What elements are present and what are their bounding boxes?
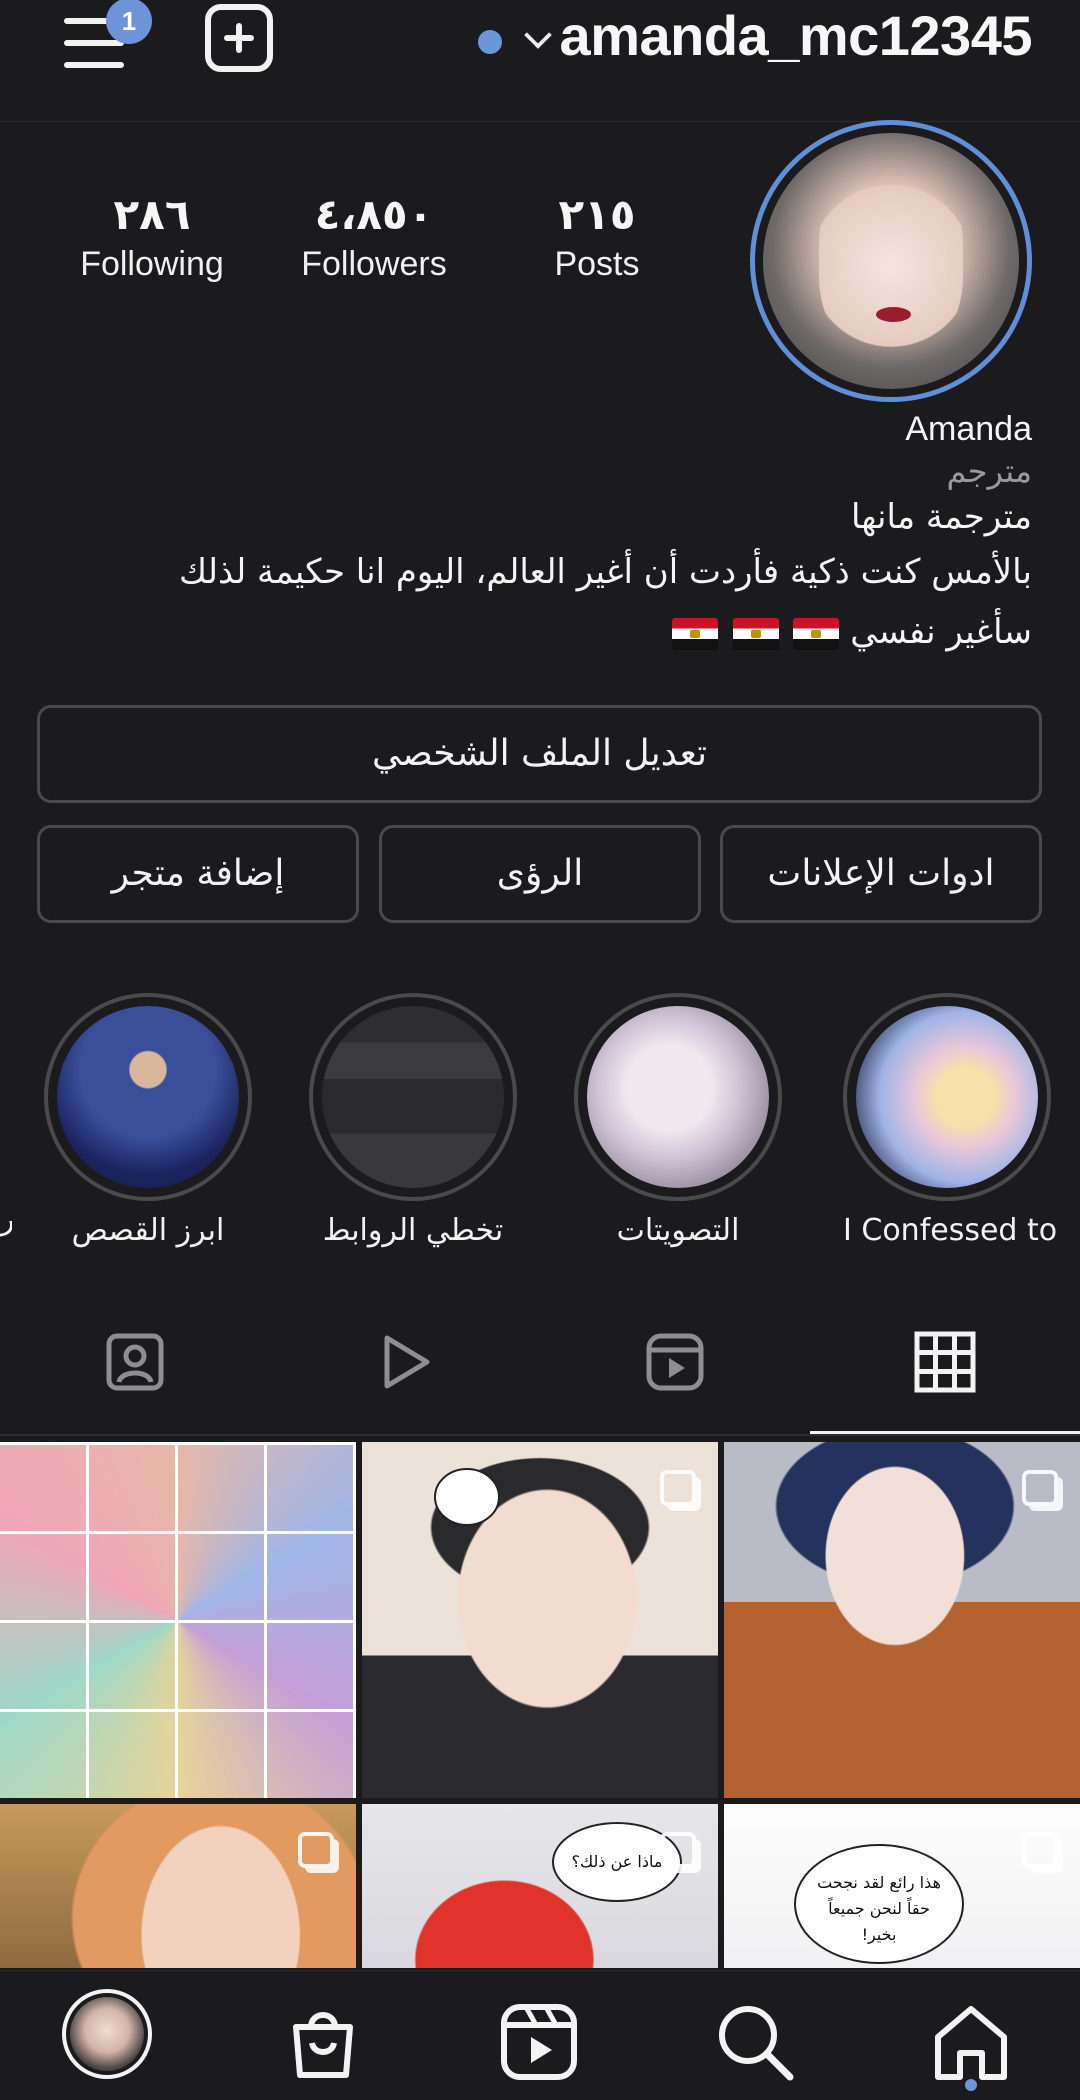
avatar-image <box>70 1997 144 2071</box>
multi-post-icon <box>1022 1832 1058 1868</box>
highlight-item[interactable]: I Confessed to <box>843 993 1058 1251</box>
insights-button[interactable]: الرؤى <box>379 825 701 923</box>
video-icon <box>646 1333 704 1391</box>
highlight-ring <box>843 993 1051 1201</box>
tabs-divider <box>0 1434 1080 1436</box>
highlight-item[interactable]: ابرز القصص <box>44 993 252 1251</box>
stat-following[interactable]: ٢٨٦ Following <box>62 188 242 286</box>
stat-value: ٢٨٦ <box>113 190 191 239</box>
tab-reels[interactable] <box>270 1300 540 1438</box>
egypt-flag-icon <box>671 617 718 650</box>
top-bar: 1 amanda_mc12345 <box>0 0 1080 122</box>
highlight-cover <box>57 1006 239 1188</box>
multi-post-icon <box>1022 1470 1058 1506</box>
post-thumbnail[interactable]: ماذا عن ذلك؟ <box>362 1804 718 1968</box>
bio-line: مترجمة مانها <box>850 497 1032 537</box>
account-status-dot <box>478 30 502 54</box>
menu-icon-bar <box>64 62 124 68</box>
nav-profile-avatar[interactable] <box>62 1989 152 2079</box>
highlight-label: تخطي الروابط <box>322 1213 504 1248</box>
shop-icon[interactable] <box>278 1997 368 2087</box>
post-thumbnail[interactable] <box>724 1442 1080 1798</box>
tab-tagged[interactable] <box>0 1300 270 1438</box>
menu-button[interactable]: 1 <box>60 0 152 68</box>
bottom-navigation <box>0 1970 1080 2100</box>
highlight-cover <box>856 1006 1038 1188</box>
manhwa-girl-image <box>0 1804 356 1968</box>
add-shop-button[interactable]: إضافة متجر <box>37 825 359 923</box>
highlight-label: ابرز القصص <box>71 1213 225 1248</box>
egypt-flag-icon <box>793 617 840 650</box>
home-icon[interactable] <box>926 1997 1016 2087</box>
stat-value: ٤،٨٥٠ <box>314 190 434 239</box>
edit-profile-button[interactable]: تعديل الملف الشخصي <box>37 705 1042 803</box>
reels-icon[interactable] <box>494 1997 584 2087</box>
highlight-label: I Confessed to <box>843 1213 1058 1248</box>
highlight-ring <box>309 993 517 1201</box>
stat-label: Followers <box>301 245 447 283</box>
profile-bio: Amanda مترجم مترجمة مانها بالأمس كنت ذكي… <box>72 408 1032 662</box>
profile-category: مترجم <box>946 452 1032 490</box>
highlight-ring <box>574 993 782 1201</box>
bio-line-with-flags: سأغير نفسي <box>72 602 1032 662</box>
tagged-icon <box>106 1333 164 1391</box>
chevron-down-icon[interactable] <box>524 21 552 49</box>
home-active-dot <box>965 2079 977 2091</box>
post-thumbnail[interactable] <box>362 1442 718 1798</box>
menu-icon-bar <box>64 40 124 46</box>
stat-label: Posts <box>554 245 640 283</box>
multi-post-icon <box>298 1832 334 1868</box>
post-thumbnail[interactable] <box>0 1804 356 1968</box>
bio-line: بالأمس كنت ذكية فأردت أن أغير العالم، ال… <box>179 552 1032 592</box>
ad-tools-button[interactable]: ادوات الإعلانات <box>720 825 1042 923</box>
highlight-label-clipped: ر <box>0 1202 12 1237</box>
profile-avatar[interactable] <box>750 120 1032 402</box>
multi-post-icon <box>660 1832 696 1868</box>
reels-play-icon <box>384 1335 430 1389</box>
tab-grid[interactable] <box>810 1300 1080 1438</box>
speech-text: ماذا عن ذلك؟ <box>571 1852 663 1871</box>
stat-followers[interactable]: ٤،٨٥٠ Followers <box>284 188 464 286</box>
create-post-button[interactable] <box>205 4 273 72</box>
speech-bubble-icon <box>434 1468 500 1526</box>
post-thumbnail[interactable] <box>0 1442 356 1798</box>
profile-tabs <box>0 1300 1080 1438</box>
stat-posts[interactable]: ٢١٥ Posts <box>507 188 687 286</box>
bio-line: سأغير نفسي <box>850 612 1032 652</box>
post-thumbnail[interactable]: هذا رائع لقد نجحت حقاً لنحن جميعاً بخير! <box>724 1804 1080 1968</box>
multi-post-icon <box>660 1470 696 1506</box>
notification-badge: 1 <box>106 0 152 44</box>
highlight-ring <box>44 993 252 1201</box>
tab-videos[interactable] <box>540 1300 810 1438</box>
avatar-image <box>763 133 1019 389</box>
search-icon[interactable] <box>710 1997 800 2087</box>
eyes-collage-image <box>0 1442 356 1798</box>
highlight-cover <box>322 1006 504 1188</box>
highlight-item[interactable]: تخطي الروابط <box>309 993 517 1251</box>
highlight-label: التصويتات <box>616 1213 740 1248</box>
highlight-item[interactable]: التصويتات <box>574 993 782 1251</box>
account-username[interactable]: amanda_mc12345 <box>560 0 1033 72</box>
profile-name: Amanda <box>905 410 1032 448</box>
stat-value: ٢١٥ <box>558 190 636 239</box>
speech-text: هذا رائع لقد نجحت حقاً لنحن جميعاً بخير! <box>817 1873 941 1944</box>
grid-icon <box>914 1331 976 1393</box>
highlight-cover <box>587 1006 769 1188</box>
speech-bubble: هذا رائع لقد نجحت حقاً لنحن جميعاً بخير! <box>794 1844 964 1964</box>
stat-label: Following <box>80 245 224 283</box>
egypt-flag-icon <box>732 617 779 650</box>
